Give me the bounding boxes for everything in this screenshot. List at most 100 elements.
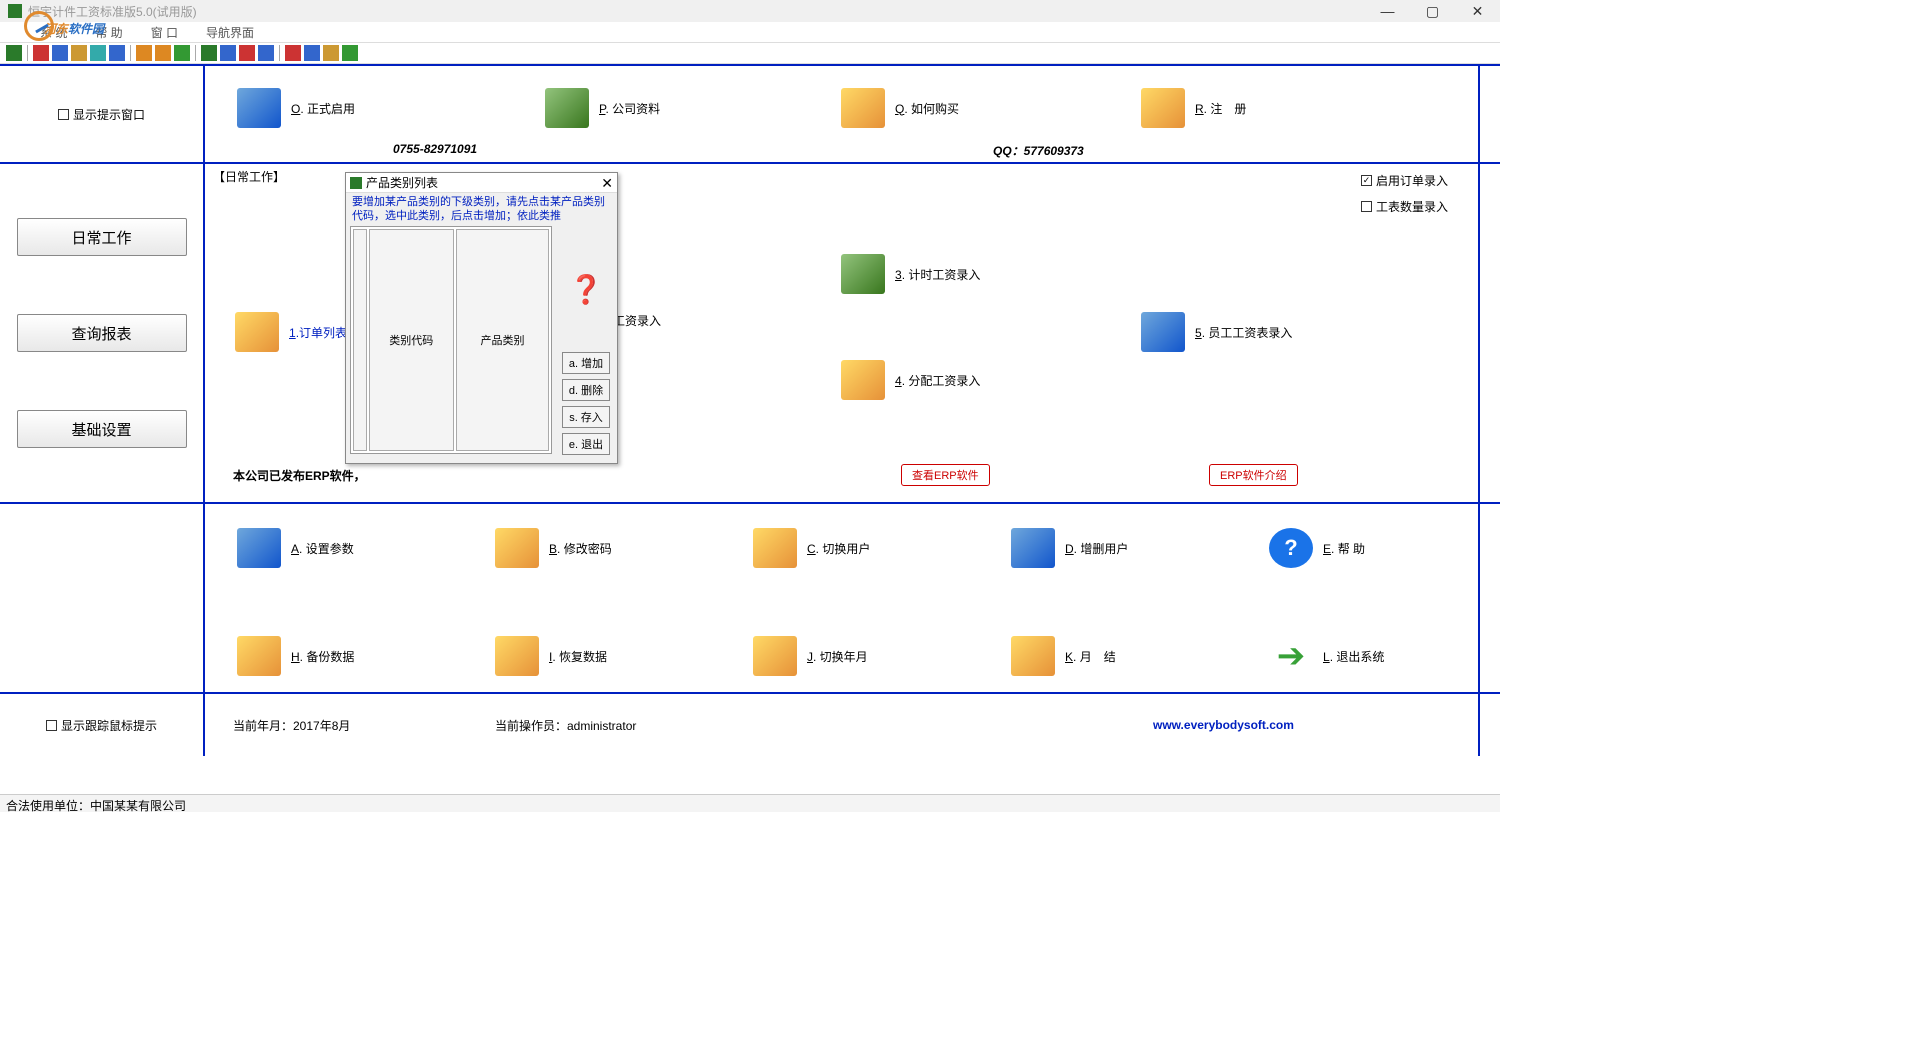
menu-help[interactable]: 帮 助 [95,24,122,41]
dialog-titlebar: 产品类别列表 ✕ [346,173,617,193]
tb-icon-11[interactable] [220,45,236,61]
btn-delete[interactable]: d. 删除 [562,379,610,401]
register-icon [1141,88,1185,128]
tb-icon-1[interactable] [6,45,22,61]
chk-sheet-qty[interactable]: 工表数量录入 [1361,198,1448,215]
nav-restore[interactable]: I. 恢复数据 [495,636,607,676]
nav-switch-user[interactable]: C. 切换用户 [753,528,870,568]
nav-staff-wage[interactable]: 5. 员工工资表录入 [1141,312,1292,352]
tb-icon-13[interactable] [258,45,274,61]
btn-basic-settings[interactable]: 基础设置 [17,410,187,448]
staff-wage-icon [1141,312,1185,352]
license-text: 合法使用单位：中国某某有限公司 [6,799,186,813]
buy-icon [841,88,885,128]
qq-label: QQ：577609373 [993,142,1084,159]
col-category-code[interactable]: 类别代码 [369,229,454,451]
nav-order-list[interactable]: 1.订单列表 [235,312,347,352]
calendar-icon [753,636,797,676]
dialog-icon [350,177,362,189]
settings-icon [237,528,281,568]
app-title: 恒宇计件工资标准版5.0(试用版) [28,3,197,20]
nav-wage-input[interactable]: 工资录入 [613,312,661,329]
nav-add-user[interactable]: D. 增删用户 [1011,528,1128,568]
status-bar: 合法使用单位：中国某某有限公司 [0,794,1500,812]
row-daily: 日常工作 查询报表 基础设置 【日常工作】 ✓启用订单录入 工表数量录入 1.订… [0,164,1500,504]
nav-official-start[interactable]: O. 正式启用 [237,88,355,128]
chk-show-hint[interactable]: 显示提示窗口 [58,106,145,123]
row-top: 显示提示窗口 O. 正式启用 P. 公司资料 Q. 如何购买 R. 注 册 07… [0,64,1500,164]
nav-switch-month[interactable]: J. 切换年月 [753,636,868,676]
col-product-category[interactable]: 产品类别 [456,229,549,451]
tb-icon-16[interactable] [323,45,339,61]
nav-exit[interactable]: ➔L. 退出系统 [1269,636,1384,676]
tb-icon-15[interactable] [304,45,320,61]
current-year-month: 当前年月：2017年8月 [233,717,350,734]
backup-icon [237,636,281,676]
menubar: 系 统 帮 助 窗 口 导航界面 [0,22,1500,42]
dialog-title: 产品类别列表 [366,174,438,191]
btn-save[interactable]: s. 存入 [562,406,610,428]
btn-exit[interactable]: e. 退出 [562,433,610,455]
minimize-button[interactable]: — [1365,0,1410,22]
month-close-icon [1011,636,1055,676]
users-icon [1011,528,1055,568]
tb-icon-12[interactable] [239,45,255,61]
tb-icon-7[interactable] [136,45,152,61]
titlebar: 恒宇计件工资标准版5.0(试用版) — ▢ ✕ [0,0,1500,22]
tb-icon-9[interactable] [174,45,190,61]
tb-icon-17[interactable] [342,45,358,61]
phone-label: 0755-82971091 [393,142,477,156]
category-table[interactable]: 类别代码 产品类别 [350,226,552,454]
row-settings: A. 设置参数 B. 修改密码 C. 切换用户 D. 增删用户 ?E. 帮 助 … [0,504,1500,694]
tb-icon-6[interactable] [109,45,125,61]
menu-system[interactable]: 系 统 [40,24,67,41]
nav-distribute-wage[interactable]: 4. 分配工资录入 [841,360,980,400]
tb-icon-10[interactable] [201,45,217,61]
time-wage-icon [841,254,885,294]
btn-view-erp[interactable]: 查看ERP软件 [901,464,990,486]
tb-icon-14[interactable] [285,45,301,61]
nav-month-close[interactable]: K. 月 结 [1011,636,1116,676]
menu-nav[interactable]: 导航界面 [206,24,254,41]
btn-erp-intro[interactable]: ERP软件介绍 [1209,464,1298,486]
nav-backup[interactable]: H. 备份数据 [237,636,354,676]
nav-how-buy[interactable]: Q. 如何购买 [841,88,959,128]
erp-released-text: 本公司已发布ERP软件， [233,467,366,484]
password-icon [495,528,539,568]
nav-set-params[interactable]: A. 设置参数 [237,528,354,568]
section-title-daily: 【日常工作】 [213,168,285,185]
btn-query-report[interactable]: 查询报表 [17,314,187,352]
nav-change-pwd[interactable]: B. 修改密码 [495,528,612,568]
company-icon [545,88,589,128]
nav-help[interactable]: ?E. 帮 助 [1269,528,1365,568]
window-controls: — ▢ ✕ [1365,0,1500,22]
current-operator: 当前操作员：administrator [495,717,636,734]
dialog-close-button[interactable]: ✕ [601,175,613,192]
tb-icon-8[interactable] [155,45,171,61]
chk-enable-order[interactable]: ✓启用订单录入 [1361,172,1448,189]
close-button[interactable]: ✕ [1455,0,1500,22]
tb-icon-3[interactable] [52,45,68,61]
tb-icon-2[interactable] [33,45,49,61]
switch-user-icon [753,528,797,568]
nav-company-info[interactable]: P. 公司资料 [545,88,660,128]
btn-add[interactable]: a. 增加 [562,352,610,374]
app-icon [8,4,22,18]
btn-daily-work[interactable]: 日常工作 [17,218,187,256]
maximize-button[interactable]: ▢ [1410,0,1455,22]
order-list-icon [235,312,279,352]
menu-window[interactable]: 窗 口 [151,24,178,41]
website-link[interactable]: www.everybodysoft.com [1153,718,1294,732]
nav-time-wage[interactable]: 3. 计时工资录入 [841,254,980,294]
dialog-side: ❓ a. 增加 d. 删除 s. 存入 e. 退出 [561,221,611,455]
nav-register[interactable]: R. 注 册 [1141,88,1246,128]
main-area: 显示提示窗口 O. 正式启用 P. 公司资料 Q. 如何购买 R. 注 册 07… [0,64,1500,792]
dialog-help-icon[interactable]: ❓ [569,273,604,306]
restore-icon [495,636,539,676]
help-icon: ? [1269,528,1313,568]
start-icon [237,88,281,128]
chk-mouse-tip[interactable]: 显示跟踪鼠标提示 [46,717,157,734]
tb-icon-5[interactable] [90,45,106,61]
toolbar [0,42,1500,64]
tb-icon-4[interactable] [71,45,87,61]
